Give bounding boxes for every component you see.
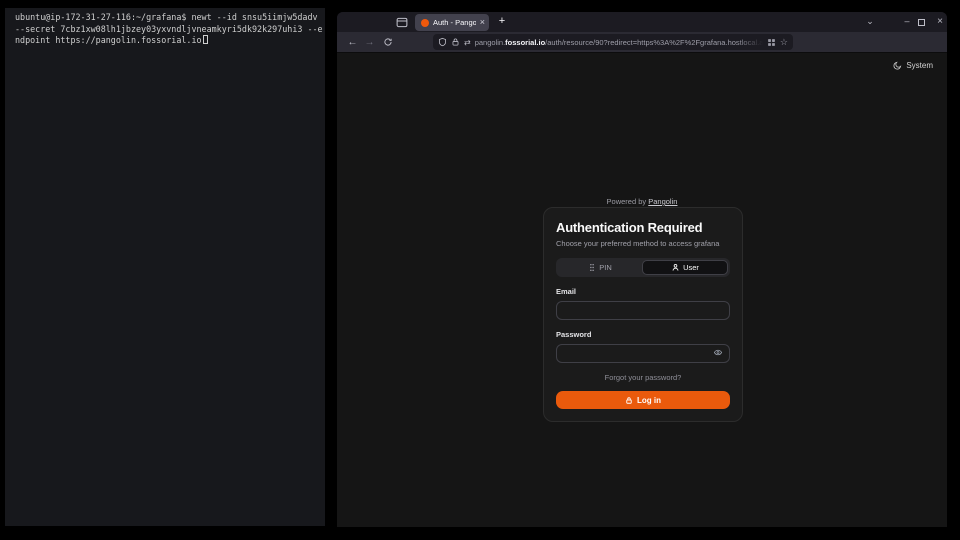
tab-title: Auth - Pangolin [433, 18, 476, 27]
lock-icon [625, 396, 633, 405]
browser-tab-auth-pangolin[interactable]: Auth - Pangolin × [415, 14, 489, 31]
theme-toggle[interactable]: System [893, 61, 933, 70]
card-subtitle: Choose your preferred method to access g… [556, 239, 730, 248]
email-label: Email [556, 287, 730, 296]
list-tabs-chevron-icon[interactable]: ⌄ [863, 16, 877, 27]
redirect-arrows-icon[interactable]: ⇄ [464, 38, 471, 47]
show-password-eye-icon[interactable] [713, 348, 723, 357]
tab-close-icon[interactable]: × [480, 18, 485, 27]
keypad-icon [588, 263, 596, 272]
browser-window: Auth - Pangolin × + ⌄ – × ← → ⇄ pangolin… [337, 12, 947, 527]
reload-button[interactable] [380, 35, 395, 50]
powered-by: Powered by Pangolin [337, 197, 947, 206]
page-actions-grid-icon[interactable] [767, 38, 776, 47]
forward-button[interactable]: → [362, 35, 377, 50]
url-bar[interactable]: ⇄ pangolin.fossorial.io/auth/resource/90… [433, 34, 793, 50]
lock-icon[interactable] [451, 37, 460, 47]
pangolin-favicon [421, 19, 429, 27]
email-field[interactable] [556, 301, 730, 320]
tab-user[interactable]: User [642, 260, 728, 275]
card-title: Authentication Required [556, 220, 730, 235]
user-icon [671, 263, 680, 272]
url-text: pangolin.fossorial.io/auth/resource/90?r… [475, 38, 763, 47]
back-button[interactable]: ← [345, 35, 360, 50]
terminal-cursor [203, 35, 208, 44]
moon-icon [893, 61, 902, 70]
tab-pin[interactable]: PIN [558, 260, 642, 275]
terminal-line: ndpoint https://pangolin.fossorial.io [15, 35, 319, 47]
password-field[interactable] [556, 344, 730, 363]
theme-label: System [906, 61, 933, 70]
login-button[interactable]: Log in [556, 391, 730, 409]
page-content: System Powered by Pangolin Authenticatio… [337, 53, 947, 527]
firefox-view-icon[interactable] [394, 15, 409, 29]
auth-card: Authentication Required Choose your pref… [543, 207, 743, 422]
auth-method-tabs: PIN User [556, 258, 730, 277]
pangolin-link[interactable]: Pangolin [648, 197, 677, 206]
tab-bar: Auth - Pangolin × + ⌄ – × [337, 12, 947, 32]
window-maximize-button[interactable] [918, 19, 925, 26]
forgot-password-link[interactable]: Forgot your password? [556, 373, 730, 382]
terminal-line: --secret 7cbz1xw08lh1jbzey03yxvndljvneam… [15, 24, 319, 36]
terminal-window[interactable]: ubuntu@ip-172-31-27-116:~/grafana$ newt … [5, 8, 325, 526]
tracking-shield-icon[interactable] [438, 37, 447, 47]
window-minimize-button[interactable]: – [901, 16, 913, 26]
bookmark-star-icon[interactable]: ☆ [780, 38, 788, 47]
password-label: Password [556, 330, 730, 339]
browser-toolbar: ← → ⇄ pangolin.fossorial.io/auth/resourc… [337, 32, 947, 53]
new-tab-button[interactable]: + [495, 15, 509, 29]
window-close-button[interactable]: × [934, 16, 946, 27]
terminal-line: ubuntu@ip-172-31-27-116:~/grafana$ newt … [15, 12, 319, 24]
